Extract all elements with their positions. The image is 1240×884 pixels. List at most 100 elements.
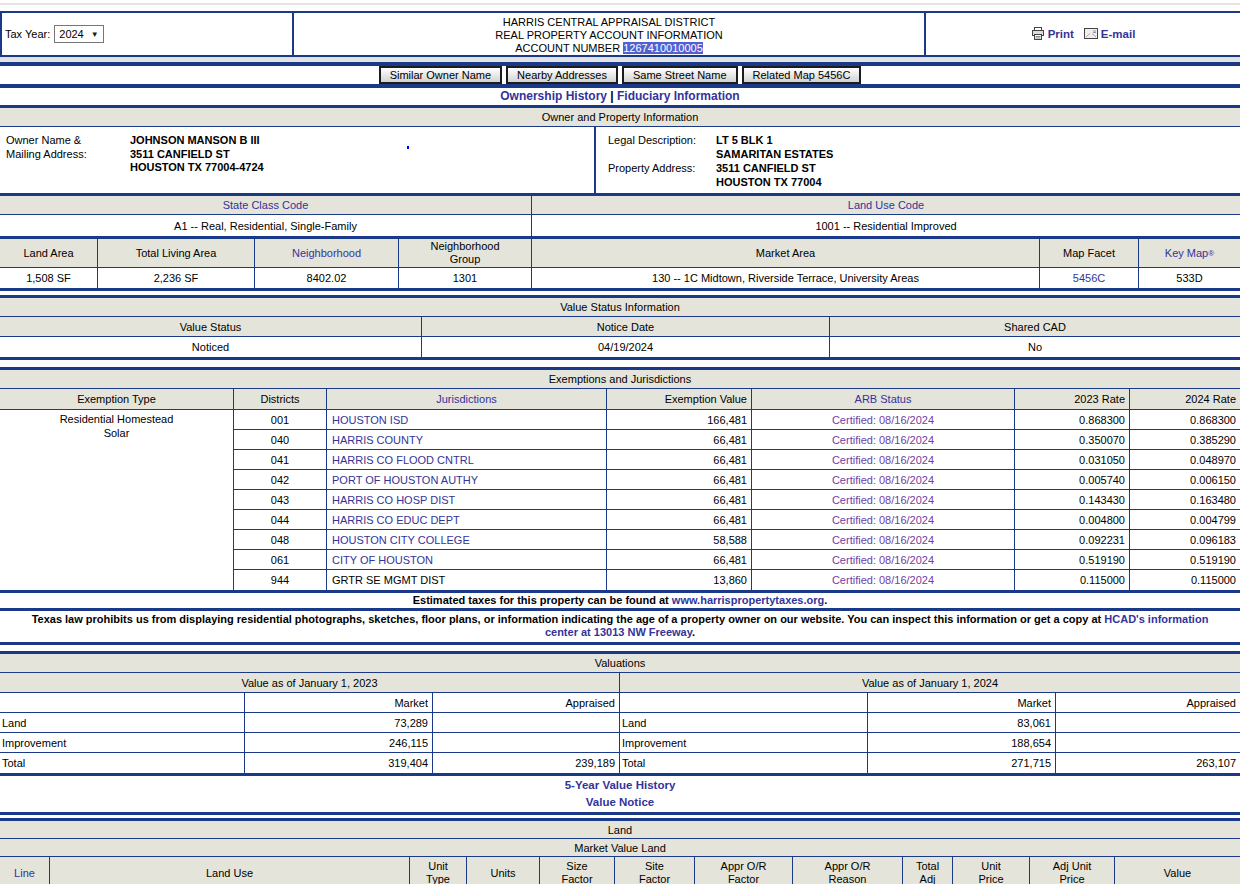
- land-area-header: Land Area: [0, 239, 98, 267]
- land-appraised-2023: [433, 713, 619, 732]
- rate-2023-cell: 0.092231: [1015, 530, 1130, 549]
- shared-cad-value: No: [830, 337, 1240, 357]
- email-icon[interactable]: [1084, 28, 1098, 41]
- jurisdiction-link[interactable]: HARRIS CO HOSP DIST: [327, 490, 607, 509]
- land-summary-section: Land Area Total Living Area Neighborhood…: [0, 239, 1240, 291]
- state-class-code-header[interactable]: State Class Code: [0, 196, 532, 214]
- arb-status-header[interactable]: ARB Status: [752, 389, 1015, 409]
- neighborhood-value: 8402.02: [255, 268, 399, 288]
- owner-address-line2: HOUSTON TX 77004-4724: [130, 161, 264, 175]
- total-label-2024: Total: [620, 753, 868, 773]
- rate-2024-cell: 0.048970: [1130, 450, 1240, 469]
- email-link[interactable]: E-mail: [1101, 28, 1136, 40]
- total-label-2023: Total: [0, 753, 245, 773]
- tax-year-cell: Tax Year: 2024 ▼: [0, 13, 294, 55]
- arb-status-link[interactable]: Certified: 08/16/2024: [752, 470, 1015, 489]
- notice-date-value: 04/19/2024: [422, 337, 830, 357]
- print-link[interactable]: Print: [1048, 28, 1074, 40]
- district-cell: 042: [234, 470, 327, 489]
- district-cell: 001: [234, 410, 327, 429]
- arb-status-link[interactable]: Certified: 08/16/2024: [752, 410, 1015, 429]
- districts-header: Districts: [234, 389, 327, 409]
- total-living-area-value: 2,236 SF: [98, 268, 255, 288]
- district-cell: 061: [234, 550, 327, 569]
- related-map-button[interactable]: Related Map 5456C: [742, 66, 862, 84]
- legal-description-label: Legal Description:: [608, 134, 696, 146]
- nearby-addresses-button[interactable]: Nearby Addresses: [506, 66, 618, 84]
- header-title-line2: REAL PROPERTY ACCOUNT INFORMATION: [294, 29, 924, 42]
- header-title-line3: ACCOUNT NUMBER 1267410010005: [294, 42, 924, 55]
- appr-or-reason-header: Appr O/RReason: [793, 857, 903, 884]
- arb-status-link[interactable]: Certified: 08/16/2024: [752, 550, 1015, 569]
- value-status-title: Value Status Information: [0, 298, 1240, 317]
- land-use-code-value: 1001 -- Residential Improved: [532, 215, 1240, 236]
- jurisdiction-link[interactable]: CITY OF HOUSTON: [327, 550, 607, 569]
- exemption-value-cell: 66,481: [607, 470, 752, 489]
- map-facet-value[interactable]: 5456C: [1040, 268, 1139, 288]
- arb-status-link[interactable]: Certified: 08/16/2024: [752, 570, 1015, 590]
- key-map-header[interactable]: Key Map®: [1139, 239, 1240, 267]
- five-year-history-link[interactable]: 5-Year Value History: [565, 779, 676, 791]
- key-map-value: 533D: [1139, 268, 1240, 288]
- jurisdictions-header[interactable]: Jurisdictions: [327, 389, 607, 409]
- arb-status-link[interactable]: Certified: 08/16/2024: [752, 530, 1015, 549]
- arb-status-link[interactable]: Certified: 08/16/2024: [752, 450, 1015, 469]
- total-market-2024: 271,715: [868, 753, 1056, 773]
- improvement-appraised-2024: [1056, 733, 1240, 752]
- tax-year-select[interactable]: 2024 ▼: [54, 25, 103, 43]
- exemption-value-cell: 166,481: [607, 410, 752, 429]
- unit-type-header: UnitType: [410, 857, 467, 884]
- map-facet-header: Map Facet: [1040, 239, 1139, 267]
- exemptions-title: Exemptions and Jurisdictions: [0, 370, 1240, 389]
- jurisdiction-link[interactable]: PORT OF HOUSTON AUTHY: [327, 470, 607, 489]
- market-value-land-title: Market Value Land: [0, 839, 1240, 857]
- print-icon[interactable]: [1031, 27, 1045, 42]
- rate-2023-cell: 0.005740: [1015, 470, 1130, 489]
- jurisdiction-link[interactable]: HARRIS COUNTY: [327, 430, 607, 449]
- buttons-bar: Similar Owner Name Nearby Addresses Same…: [0, 62, 1240, 88]
- legal-description-line2: SAMARITAN ESTATES: [716, 148, 833, 162]
- same-street-name-button[interactable]: Same Street Name: [622, 66, 738, 84]
- estimated-taxes-text: Estimated taxes for this property can be…: [413, 594, 669, 606]
- ownership-history-link[interactable]: Ownership History: [500, 89, 607, 103]
- estimated-taxes-link[interactable]: www.harrispropertytaxes.org: [672, 594, 824, 606]
- improvement-label-2024: Improvement: [620, 733, 868, 752]
- chevron-down-icon: ▼: [91, 30, 99, 39]
- value-notice-link[interactable]: Value Notice: [586, 796, 654, 808]
- owner-address-line1: 3511 CANFIELD ST: [130, 148, 264, 162]
- valuations-2024-title: Value as of January 1, 2024: [620, 673, 1240, 693]
- market-header-2023: Market: [245, 693, 433, 712]
- arb-status-link[interactable]: Certified: 08/16/2024: [752, 430, 1015, 449]
- rate-2023-cell: 0.868300: [1015, 410, 1130, 429]
- similar-owner-name-button[interactable]: Similar Owner Name: [379, 66, 502, 84]
- arb-status-link[interactable]: Certified: 08/16/2024: [752, 510, 1015, 529]
- exemption-value-cell: 66,481: [607, 430, 752, 449]
- units-header: Units: [467, 857, 540, 884]
- exemptions-section: Exemptions and Jurisdictions Exemption T…: [0, 367, 1240, 590]
- line-header[interactable]: Line: [0, 857, 50, 884]
- blue-dot: [407, 146, 409, 149]
- arb-status-link[interactable]: Certified: 08/16/2024: [752, 490, 1015, 509]
- legal-note: Texas law prohibits us from displaying r…: [20, 611, 1220, 642]
- jurisdiction-link[interactable]: HOUSTON CITY COLLEGE: [327, 530, 607, 549]
- district-cell: 043: [234, 490, 327, 509]
- improvement-market-2024: 188,654: [868, 733, 1056, 752]
- fiduciary-information-link[interactable]: Fiduciary Information: [617, 89, 740, 103]
- exemption-value-cell: 66,481: [607, 490, 752, 509]
- account-number: 1267410010005: [623, 42, 703, 54]
- rate-2023-cell: 0.350070: [1015, 430, 1130, 449]
- land-label-2023: Land: [0, 713, 245, 732]
- jurisdiction-link[interactable]: HARRIS CO FLOOD CNTRL: [327, 450, 607, 469]
- rate-2023-cell: 0.115000: [1015, 570, 1130, 590]
- value-status-header: Value Status: [0, 317, 422, 336]
- land-use-code-header[interactable]: Land Use Code: [532, 196, 1240, 214]
- property-address-line2: HOUSTON TX 77004: [716, 176, 822, 190]
- total-adj-header: TotalAdj: [903, 857, 953, 884]
- total-appraised-2023: 239,189: [433, 753, 619, 773]
- exemption-value-cell: 66,481: [607, 450, 752, 469]
- neighborhood-header[interactable]: Neighborhood: [255, 239, 399, 267]
- jurisdiction-link[interactable]: HOUSTON ISD: [327, 410, 607, 429]
- jurisdiction-link[interactable]: HARRIS CO EDUC DEPT: [327, 510, 607, 529]
- size-factor-header: SizeFactor: [540, 857, 615, 884]
- district-cell: 044: [234, 510, 327, 529]
